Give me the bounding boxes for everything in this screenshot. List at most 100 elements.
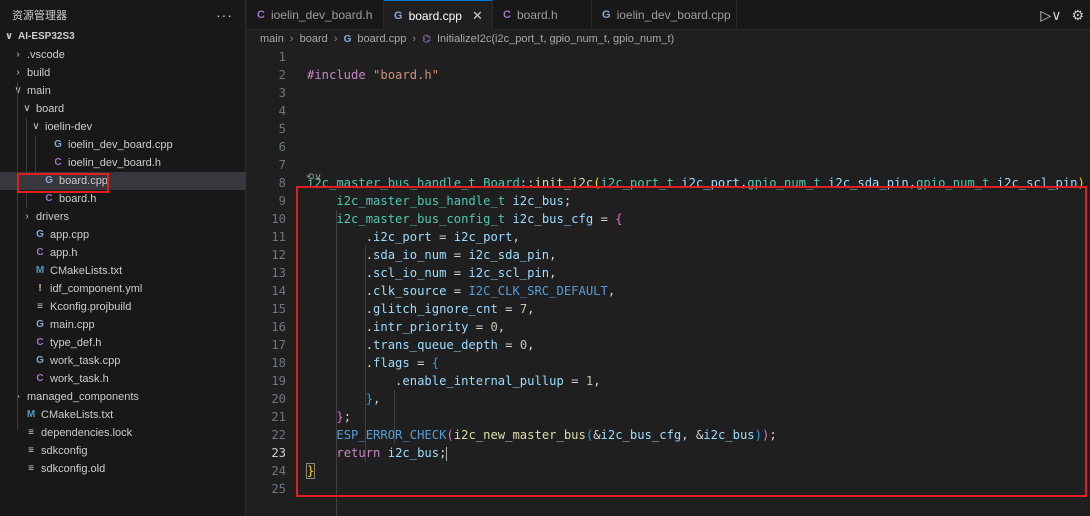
breadcrumb-item-file[interactable]: board.cpp [357, 33, 406, 45]
editor-tab[interactable]: Cboard.h [493, 0, 592, 30]
tree-item-label: drivers [36, 211, 70, 223]
code-line[interactable]: 5 [247, 120, 1090, 138]
file-item[interactable]: ! idf_component.yml [0, 280, 246, 298]
run-debug-icon[interactable]: ▷∨ [1040, 7, 1061, 24]
editor-tab[interactable]: Gioelin_dev_board.cpp [592, 0, 737, 30]
folder-item[interactable]: ∨ main [0, 82, 246, 100]
tree-item-label: sdkconfig [41, 445, 88, 457]
code-action-icon[interactable]: ⟲∨ [306, 172, 322, 183]
tree-item-label: dependencies.lock [41, 427, 133, 439]
file-item[interactable]: ≡ sdkconfig.old [0, 460, 246, 478]
tab-label: board.cpp [408, 8, 462, 23]
chevron-right-icon: › [16, 391, 20, 402]
cmake-file-icon: M [26, 409, 36, 420]
breadcrumb-separator: › [333, 33, 338, 45]
cpp-file-icon: G [36, 355, 44, 366]
breadcrumb-separator: › [412, 33, 417, 45]
file-item[interactable]: Gwork_task.cpp [0, 352, 246, 370]
code-line[interactable]: 1 [247, 48, 1090, 66]
line-number: 17 [271, 338, 286, 352]
function-icon: ⌬ [422, 34, 431, 45]
line-number: 16 [271, 320, 286, 334]
file-item[interactable]: M CMakeLists.txt [0, 262, 246, 280]
line-number: 2 [278, 68, 286, 82]
file-item[interactable]: Capp.h [0, 244, 246, 262]
line-number: 8 [278, 176, 286, 190]
header-file-icon: C [36, 247, 44, 258]
file-item[interactable]: ≡ dependencies.lock [0, 424, 246, 442]
code-token: "board.h" [373, 68, 440, 82]
code-line[interactable]: 4 [247, 102, 1090, 120]
chevron-right-icon: › [16, 67, 20, 78]
file-item[interactable]: Ctype_def.h [0, 334, 246, 352]
breadcrumb-item-board[interactable]: board [300, 33, 328, 45]
tree-item-label: build [27, 67, 51, 79]
code-line[interactable]: 3 [247, 84, 1090, 102]
folder-item[interactable]: ∨ AI-ESP32S3 [0, 28, 246, 46]
folder-item[interactable]: › managed_components [0, 388, 246, 406]
code-token: #include [307, 68, 374, 82]
tree-item-label: idf_component.yml [50, 283, 143, 295]
explorer-sidebar: 资源管理器 ··· ∨ AI-ESP32S3 › .vscode › build ∨ main… [0, 0, 246, 516]
line-number: 4 [278, 104, 286, 118]
folder-item[interactable]: ∨ ioelin-dev [0, 118, 246, 136]
tree-item-label: app.cpp [50, 229, 90, 241]
header-file-icon: C [503, 9, 511, 21]
line-number: 6 [278, 140, 286, 154]
file-item[interactable]: ≡ sdkconfig [0, 442, 246, 460]
more-actions-icon[interactable]: ··· [216, 7, 233, 23]
tree-item-label: Kconfig.projbuild [50, 301, 132, 313]
line-number: 22 [271, 428, 286, 442]
folder-item[interactable]: ∨ board [0, 100, 246, 118]
breadcrumb-item-function[interactable]: InitializeI2c(i2c_port_t, gpio_num_t, gp… [437, 33, 674, 45]
close-icon[interactable]: ✕ [472, 8, 483, 24]
editor-tab-bar: Cioelin_dev_board.h Gboard.cpp ✕ Cboard.h Gi… [247, 0, 1090, 30]
file-item[interactable]: M CMakeLists.txt [0, 406, 246, 424]
chevron-down-icon: ∨ [23, 103, 31, 114]
file-item[interactable]: Gmain.cpp [0, 316, 246, 334]
line-number: 24 [271, 464, 286, 478]
text-file-icon: ≡ [37, 301, 43, 312]
line-number: 11 [271, 230, 286, 244]
code-line[interactable]: 7 [247, 156, 1090, 174]
header-file-icon: C [36, 337, 44, 348]
file-item[interactable]: Gapp.cpp [0, 226, 246, 244]
file-item[interactable]: ≡ Kconfig.projbuild [0, 298, 246, 316]
indent-guide [35, 136, 36, 172]
tree-item-label: managed_components [27, 391, 139, 403]
chevron-down-icon: ∨ [13, 82, 23, 100]
editor-tab[interactable]: Cioelin_dev_board.h [247, 0, 384, 30]
line-number: 3 [278, 86, 286, 100]
tree-item-label: ioelin-dev [45, 121, 93, 133]
folder-item[interactable]: › .vscode [0, 46, 246, 64]
tree-item-label: work_task.h [50, 373, 109, 385]
tree-item-label: work_task.cpp [50, 355, 121, 367]
tree-item-label: CMakeLists.txt [50, 265, 123, 277]
line-number: 1 [278, 50, 286, 64]
annotation-box-sidebar [17, 173, 109, 193]
line-number: 12 [271, 248, 286, 262]
file-item[interactable]: Cioelin_dev_board.h [0, 154, 246, 172]
code-line[interactable]: 2 #include "board.h" [247, 66, 1090, 84]
annotation-box-code [296, 186, 1087, 497]
breadcrumb-separator: › [289, 33, 294, 45]
tree-item-label: ioelin_dev_board.h [68, 157, 161, 169]
gear-icon[interactable]: ⚙ [1071, 7, 1084, 24]
tree-item-label: .vscode [27, 49, 65, 61]
line-number: 20 [271, 392, 286, 406]
cpp-file-icon: G [36, 229, 44, 240]
folder-item[interactable]: › build [0, 64, 246, 82]
header-file-icon: C [54, 157, 62, 168]
breadcrumb: main › board › G board.cpp › ⌬ Initializ… [260, 30, 677, 48]
folder-item[interactable]: › drivers [0, 208, 246, 226]
file-item[interactable]: Gioelin_dev_board.cpp [0, 136, 246, 154]
line-number: 13 [271, 266, 286, 280]
file-item[interactable]: Cwork_task.h [0, 370, 246, 388]
breadcrumb-item-main[interactable]: main [260, 33, 284, 45]
indent-guide [26, 118, 27, 208]
chevron-right-icon: › [16, 49, 20, 60]
editor-tab[interactable]: Gboard.cpp ✕ [384, 0, 493, 30]
header-file-icon: C [36, 373, 44, 384]
code-line[interactable]: 6 [247, 138, 1090, 156]
line-number: 23 [271, 446, 286, 460]
